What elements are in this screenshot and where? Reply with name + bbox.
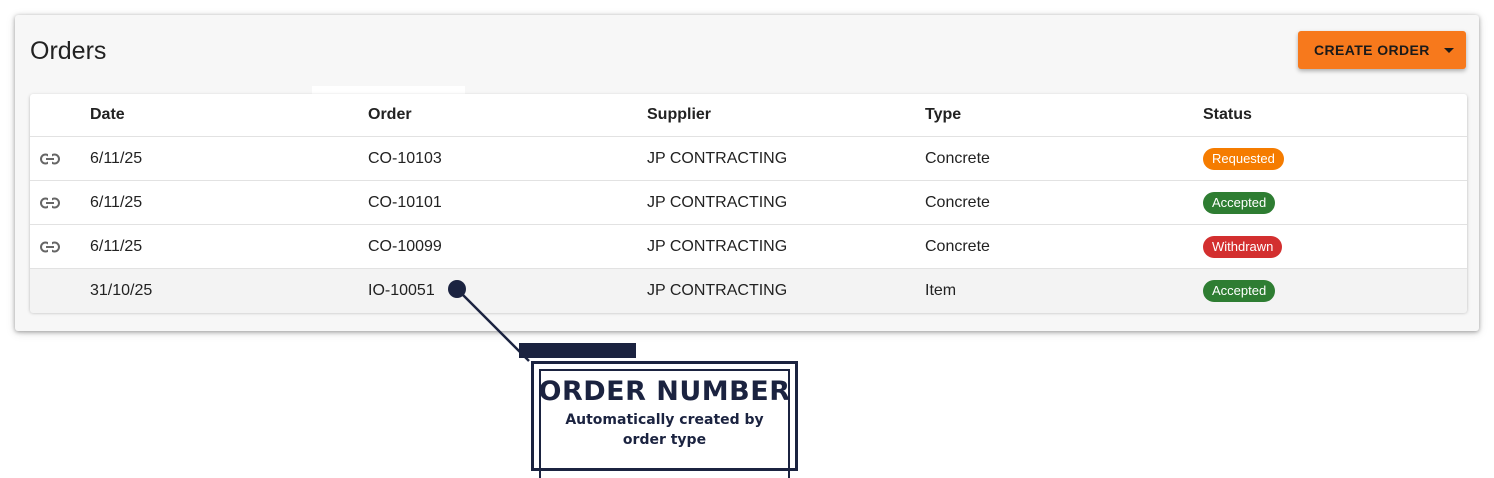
- callout-tab: [519, 343, 636, 358]
- order-number-callout: ORDER NUMBER Automatically created by or…: [531, 361, 798, 478]
- callout-subtitle: Automatically created by order type: [534, 410, 795, 450]
- callout-subtitle-line2: order type: [622, 432, 707, 448]
- callout-title: ORDER NUMBER: [538, 376, 791, 407]
- callout-dot: [448, 280, 466, 298]
- callout-subtitle-line1: Automatically created by: [565, 412, 764, 428]
